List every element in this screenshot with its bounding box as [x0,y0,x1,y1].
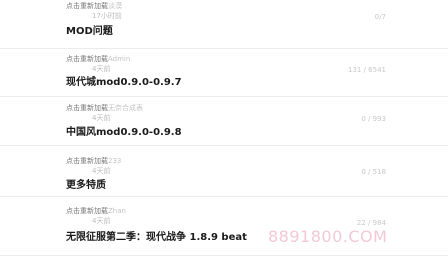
post-title[interactable]: 更多特质 [66,179,106,192]
post-time: 4天前 [92,65,111,73]
post-stats: 0 / 518 [361,168,386,176]
post-author: Admin [108,55,131,63]
reload-link[interactable]: 点击重新加载 [66,157,108,165]
post-author: 无奈合成表 [108,104,143,112]
reload-link[interactable]: 点击重新加载 [66,104,108,112]
post-author: 233 [108,157,122,165]
post-item[interactable]: 点击重新加载Admin 4天前 131 / 6541 现代城mod0.9.0-0… [0,49,448,97]
post-time: 17小时前 [92,12,122,20]
post-author: Zhan [108,207,126,215]
post-stats: 0 / 993 [361,115,386,123]
post-time: 4天前 [92,217,111,225]
post-title[interactable]: 现代城mod0.9.0-0.9.7 [66,76,182,89]
post-item[interactable]: 点击重新加载233 4天前 0 / 518 更多特质 [0,146,448,197]
post-time: 4天前 [92,167,111,175]
post-meta: 点击重新加载233 [66,157,121,166]
post-item[interactable]: 点击重新加载淡漠 17小时前 0/7 MOD问题 [0,0,448,49]
post-time: 4天前 [92,114,111,122]
post-meta: 点击重新加载Admin [66,55,130,64]
post-title[interactable]: MOD问题 [66,25,113,38]
post-stats: 131 / 6541 [348,66,386,74]
reload-link[interactable]: 点击重新加载 [66,55,108,63]
post-title[interactable]: 无限征服第二季：现代战争 1.8.9 beat [66,231,247,244]
post-meta: 点击重新加载无奈合成表 [66,104,143,113]
post-author: 淡漠 [108,2,122,10]
post-meta: 点击重新加载Zhan [66,207,126,216]
post-title[interactable]: 中国风mod0.9.0-0.9.8 [66,126,182,139]
post-item[interactable]: 点击重新加载无奈合成表 4天前 0 / 993 中国风mod0.9.0-0.9.… [0,97,448,146]
reload-link[interactable]: 点击重新加载 [66,2,108,10]
reload-link[interactable]: 点击重新加载 [66,207,108,215]
post-meta: 点击重新加载淡漠 [66,2,122,11]
post-stats: 0/7 [374,13,386,21]
watermark: 8891800.COM [268,227,388,246]
post-list: 点击重新加载淡漠 17小时前 0/7 MOD问题 点击重新加载Admin 4天前… [0,0,448,256]
